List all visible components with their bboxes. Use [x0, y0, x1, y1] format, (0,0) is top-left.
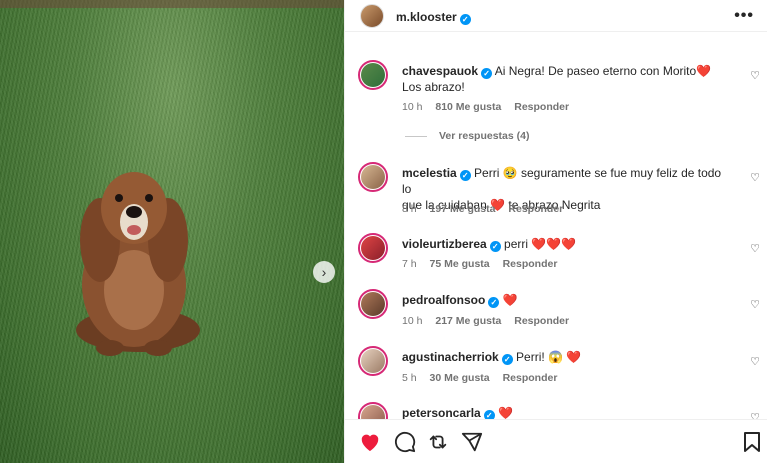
- comment-meta: 10 h 217 Me gusta Responder: [402, 315, 579, 327]
- comment-username[interactable]: chavespauok: [402, 64, 478, 78]
- comment-time: 8 h: [402, 203, 417, 215]
- comment-likes[interactable]: 30 Me gusta: [430, 372, 490, 384]
- author-name[interactable]: m.klooster: [396, 10, 457, 24]
- like-comment-heart-icon[interactable]: ♡: [750, 171, 760, 184]
- bookmark-icon[interactable]: [740, 430, 764, 454]
- avatar[interactable]: [358, 162, 388, 192]
- comment-text: chavespauok ✓ Ai Negra! De paseo eterno c…: [402, 63, 732, 95]
- comment-username[interactable]: mcelestia: [402, 166, 457, 180]
- verified-icon: ✓: [459, 14, 471, 25]
- comment-likes[interactable]: 75 Me gusta: [430, 258, 490, 270]
- verified-icon: ✓: [481, 68, 493, 79]
- comment-meta: 10 h 810 Me gusta Responder: [402, 101, 579, 113]
- media-top-strip: [0, 0, 344, 8]
- verified-icon: ✓: [459, 170, 471, 181]
- view-replies-link[interactable]: Ver respuestas (4): [405, 130, 529, 142]
- reply-button[interactable]: Responder: [503, 372, 558, 384]
- comment-meta: 8 h 197 Me gusta Responder: [402, 203, 573, 215]
- comment-body: Ai Negra! De paseo eterno con Morito: [494, 64, 697, 78]
- comment-likes[interactable]: 217 Me gusta: [435, 315, 501, 327]
- red-heart-emoji: ❤️: [696, 64, 712, 78]
- avatar[interactable]: [358, 346, 388, 376]
- like-comment-heart-icon[interactable]: ♡: [750, 298, 760, 311]
- comment-meta: 7 h 75 Me gusta Responder: [402, 258, 567, 270]
- comment-body: Perri! 😱: [516, 350, 563, 364]
- share-icon[interactable]: [426, 430, 450, 454]
- comment-username[interactable]: pedroalfonsoo: [402, 293, 485, 307]
- comment-username[interactable]: petersoncarla: [402, 406, 481, 419]
- author-avatar[interactable]: [360, 4, 384, 28]
- comment-icon[interactable]: [393, 430, 417, 454]
- comment-time: 10 h: [402, 101, 423, 113]
- verified-icon: ✓: [489, 241, 501, 252]
- verified-icon: ✓: [501, 354, 513, 365]
- chevron-right-icon: ›: [321, 264, 327, 280]
- comment-text: violeurtizberea ✓ perri ❤️❤️❤️: [402, 236, 732, 252]
- more-options-icon[interactable]: •••: [734, 7, 754, 25]
- view-replies-label[interactable]: Ver respuestas (4): [439, 130, 529, 142]
- avatar[interactable]: [358, 233, 388, 263]
- like-comment-heart-icon[interactable]: ♡: [750, 411, 760, 419]
- comment-username[interactable]: violeurtizberea: [402, 237, 487, 251]
- avatar[interactable]: [358, 289, 388, 319]
- red-heart-emoji: ❤️: [566, 350, 582, 364]
- comments-list[interactable]: chavespauok ✓ Ai Negra! De paseo eterno c…: [345, 33, 767, 419]
- post-header: m.klooster ✓ •••: [345, 0, 767, 32]
- reply-button[interactable]: Responder: [514, 101, 569, 113]
- heart-icon[interactable]: [358, 430, 382, 454]
- reply-button[interactable]: Responder: [514, 315, 569, 327]
- replies-divider: [405, 135, 427, 137]
- comment-text: pedroalfonsoo ✓ ❤️: [402, 292, 732, 308]
- post-media[interactable]: ›: [0, 0, 344, 463]
- like-comment-heart-icon[interactable]: ♡: [750, 242, 760, 255]
- comment-likes[interactable]: 197 Me gusta: [430, 203, 496, 215]
- comment-body-2: Los abrazo!: [402, 80, 465, 94]
- like-comment-heart-icon[interactable]: ♡: [750, 355, 760, 368]
- verified-icon: ✓: [488, 297, 500, 308]
- comment-text: agustinacherriok ✓ Perri! 😱 ❤️: [402, 349, 732, 365]
- reply-button[interactable]: Responder: [503, 258, 558, 270]
- comment-meta: 5 h 30 Me gusta Responder: [402, 372, 567, 384]
- comment-time: 5 h: [402, 372, 417, 384]
- red-heart-emoji: ❤️: [502, 293, 518, 307]
- next-image-button[interactable]: ›: [313, 261, 335, 283]
- comment-time: 10 h: [402, 315, 423, 327]
- comment-username[interactable]: agustinacherriok: [402, 350, 499, 364]
- comment-time: 7 h: [402, 258, 417, 270]
- comment-text: petersoncarla ✓ ❤️: [402, 405, 732, 419]
- author-username[interactable]: m.klooster ✓: [396, 10, 471, 25]
- post-actions: [345, 419, 767, 463]
- send-icon[interactable]: [460, 430, 484, 454]
- dog-photo: [76, 172, 200, 356]
- reply-button[interactable]: Responder: [508, 203, 563, 215]
- red-hearts-emoji: ❤️❤️❤️: [531, 237, 577, 251]
- verified-icon: ✓: [483, 410, 495, 419]
- comment-likes[interactable]: 810 Me gusta: [435, 101, 501, 113]
- avatar[interactable]: [358, 402, 388, 419]
- avatar[interactable]: [358, 60, 388, 90]
- like-comment-heart-icon[interactable]: ♡: [750, 69, 760, 82]
- red-heart-emoji: ❤️: [498, 406, 513, 419]
- post-panel: m.klooster ✓ ••• chavespauok ✓ Ai Negra! D…: [344, 0, 767, 463]
- comment-body: perri: [504, 237, 529, 251]
